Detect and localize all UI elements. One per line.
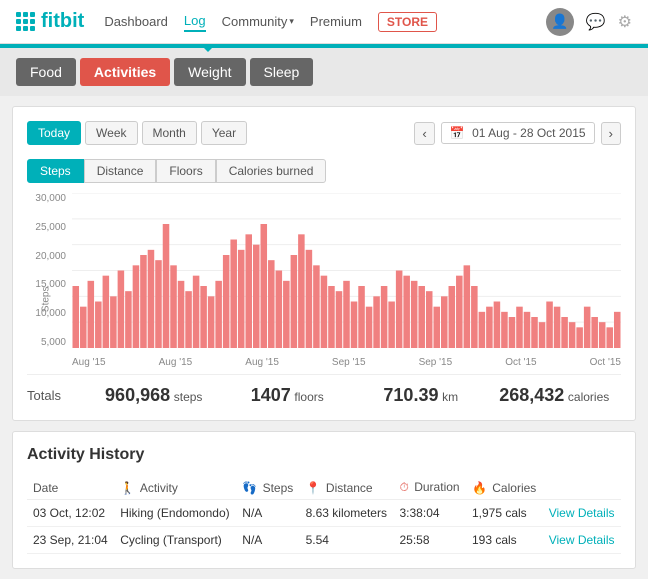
x-label-0: Aug '15 xyxy=(72,357,106,368)
tab-activities[interactable]: Activities xyxy=(80,58,170,86)
cell-link-0[interactable]: View Details xyxy=(543,500,621,527)
prev-period-button[interactable]: ‹ xyxy=(414,122,434,145)
cell-distance-1: 5.54 xyxy=(300,527,394,554)
metric-tabs: Steps Distance Floors Calories burned xyxy=(27,159,621,183)
x-label-1: Aug '15 xyxy=(159,357,193,368)
col-header-steps: 👣 Steps xyxy=(236,476,299,500)
y-axis-title: Steps xyxy=(40,286,51,312)
nav-premium[interactable]: Premium xyxy=(310,12,362,31)
nav-store[interactable]: STORE xyxy=(378,12,437,32)
x-label-6: Oct '15 xyxy=(590,357,621,368)
tab-food[interactable]: Food xyxy=(16,58,76,86)
period-buttons: Today Week Month Year xyxy=(27,121,247,145)
period-nav: Today Week Month Year ‹ 📅 01 Aug - 28 Oc… xyxy=(27,121,621,145)
table-row: 03 Oct, 12:02 Hiking (Endomondo) N/A 8.6… xyxy=(27,500,621,527)
settings-icon[interactable]: ⚙ xyxy=(618,12,632,32)
chevron-down-icon: ▾ xyxy=(289,16,294,27)
total-steps: 960,968 steps xyxy=(87,385,221,406)
chart-area: 30,000 25,000 20,000 15,000 10,000 5,000… xyxy=(27,193,621,368)
cell-duration-0: 3:38:04 xyxy=(394,500,466,527)
cell-activity-1: Cycling (Transport) xyxy=(114,527,236,554)
col-header-distance: 📍 Distance xyxy=(300,476,394,500)
metric-calories-burned[interactable]: Calories burned xyxy=(216,159,327,183)
table-header-row: Date 🚶 Activity 👣 Steps 📍 Distance ⏱ Dur… xyxy=(27,476,621,500)
logo: fitbit xyxy=(16,10,84,33)
cell-calories-1: 193 cals xyxy=(466,527,543,554)
bar-chart-svg xyxy=(72,193,621,348)
y-axis: 30,000 25,000 20,000 15,000 10,000 5,000 xyxy=(27,193,72,348)
chart-panel: Today Week Month Year ‹ 📅 01 Aug - 28 Oc… xyxy=(12,106,636,421)
y-label-1: 25,000 xyxy=(27,222,66,233)
chart-container xyxy=(72,193,621,348)
next-period-button[interactable]: › xyxy=(601,122,621,145)
totals-label: Totals xyxy=(27,388,87,403)
total-floors: 1407 floors xyxy=(221,385,355,406)
x-label-3: Sep '15 xyxy=(332,357,366,368)
total-calories: 268,432 calories xyxy=(488,385,622,406)
cell-calories-0: 1,975 cals xyxy=(466,500,543,527)
nav-community[interactable]: Community ▾ xyxy=(222,12,294,31)
history-table: Date 🚶 Activity 👣 Steps 📍 Distance ⏱ Dur… xyxy=(27,476,621,554)
col-header-calories: 🔥 Calories xyxy=(466,476,543,500)
header-actions: 👤 💬 ⚙ xyxy=(546,8,632,36)
calories-col-icon: 🔥 xyxy=(472,481,487,495)
duration-col-icon: ⏱ xyxy=(400,480,409,494)
cell-link-1[interactable]: View Details xyxy=(543,527,621,554)
totals-row: Totals 960,968 steps 1407 floors 710.39 … xyxy=(27,374,621,406)
nav-dashboard[interactable]: Dashboard xyxy=(104,12,168,31)
x-labels: Aug '15 Aug '15 Aug '15 Sep '15 Sep '15 … xyxy=(72,348,621,368)
main-nav: Dashboard Log Community ▾ Premium STORE xyxy=(104,11,545,32)
date-range: ‹ 📅 01 Aug - 28 Oct 2015 › xyxy=(414,122,621,145)
view-details-link-0[interactable]: View Details xyxy=(549,506,615,520)
messages-icon[interactable]: 💬 xyxy=(586,12,606,32)
period-year[interactable]: Year xyxy=(201,121,247,145)
cell-distance-0: 8.63 kilometers xyxy=(300,500,394,527)
x-label-4: Sep '15 xyxy=(419,357,453,368)
y-label-5: 5,000 xyxy=(27,337,66,348)
col-header-date: Date xyxy=(27,476,114,500)
tabs-row: Food Activities Weight Sleep xyxy=(0,48,648,96)
accent-triangle xyxy=(200,44,216,52)
metric-steps[interactable]: Steps xyxy=(27,159,84,183)
accent-bar xyxy=(0,44,648,48)
period-week[interactable]: Week xyxy=(85,121,137,145)
steps-col-icon: 👣 xyxy=(242,481,257,495)
col-header-activity: 🚶 Activity xyxy=(114,476,236,500)
x-label-2: Aug '15 xyxy=(245,357,279,368)
metric-floors[interactable]: Floors xyxy=(156,159,215,183)
x-label-5: Oct '15 xyxy=(505,357,536,368)
cell-steps-1: N/A xyxy=(236,527,299,554)
nav-log[interactable]: Log xyxy=(184,11,206,32)
y-label-2: 20,000 xyxy=(27,251,66,262)
col-header-duration: ⏱ Duration xyxy=(394,476,466,500)
header: fitbit Dashboard Log Community ▾ Premium… xyxy=(0,0,648,44)
cell-activity-0: Hiking (Endomondo) xyxy=(114,500,236,527)
cell-date-0: 03 Oct, 12:02 xyxy=(27,500,114,527)
metric-distance[interactable]: Distance xyxy=(84,159,157,183)
col-header-actions xyxy=(543,476,621,500)
distance-col-icon: 📍 xyxy=(306,481,321,495)
avatar[interactable]: 👤 xyxy=(546,8,574,36)
activity-col-icon: 🚶 xyxy=(120,481,135,495)
period-today[interactable]: Today xyxy=(27,121,81,145)
cell-steps-0: N/A xyxy=(236,500,299,527)
total-distance: 710.39 km xyxy=(354,385,488,406)
activity-history-section: Activity History Date 🚶 Activity 👣 Steps… xyxy=(12,431,636,569)
history-table-body: 03 Oct, 12:02 Hiking (Endomondo) N/A 8.6… xyxy=(27,500,621,554)
tab-weight[interactable]: Weight xyxy=(174,58,245,86)
cell-duration-1: 25:58 xyxy=(394,527,466,554)
logo-grid-icon xyxy=(16,12,35,31)
y-label-0: 30,000 xyxy=(27,193,66,204)
logo-text: fitbit xyxy=(41,10,84,33)
view-details-link-1[interactable]: View Details xyxy=(549,533,615,547)
tab-sleep[interactable]: Sleep xyxy=(250,58,314,86)
period-month[interactable]: Month xyxy=(142,121,197,145)
history-title: Activity History xyxy=(27,446,621,464)
table-row: 23 Sep, 21:04 Cycling (Transport) N/A 5.… xyxy=(27,527,621,554)
calendar-icon: 📅 xyxy=(450,126,465,140)
date-range-text: 📅 01 Aug - 28 Oct 2015 xyxy=(441,122,595,144)
cell-date-1: 23 Sep, 21:04 xyxy=(27,527,114,554)
